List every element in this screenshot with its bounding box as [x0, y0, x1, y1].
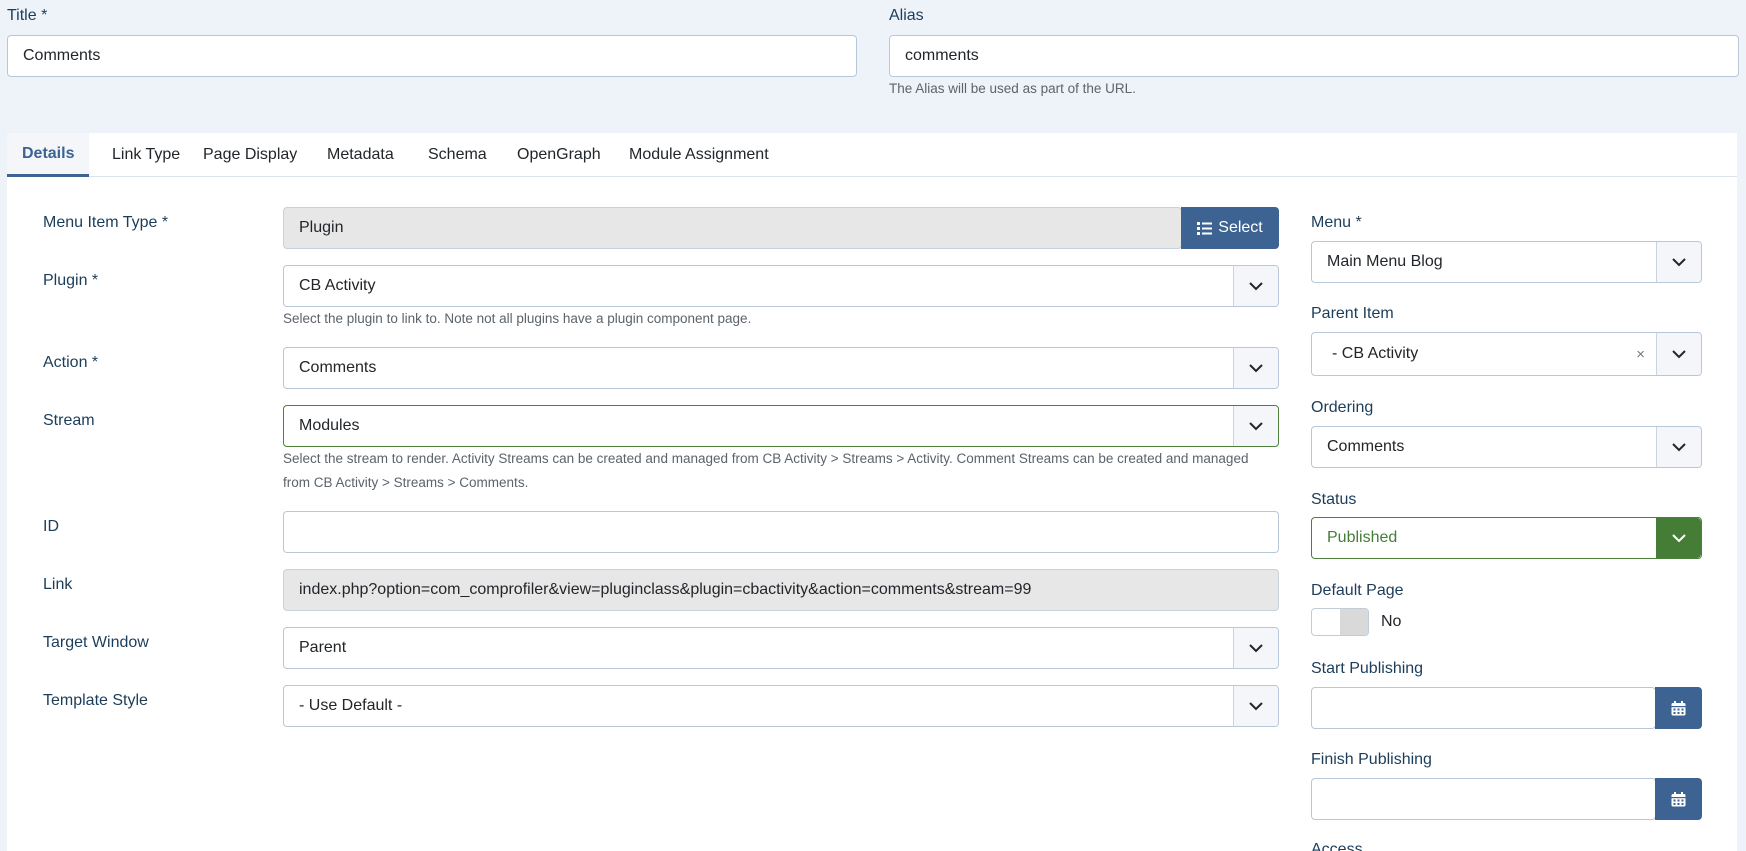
- chevron-down-icon: [1233, 406, 1278, 446]
- chevron-down-icon: [1656, 242, 1701, 282]
- template-style-label: Template Style: [43, 692, 148, 709]
- menu-item-type-field: Plugin: [283, 207, 1182, 249]
- chevron-down-icon: [1656, 518, 1701, 558]
- status-label: Status: [1311, 491, 1357, 508]
- alias-input[interactable]: comments: [889, 35, 1739, 77]
- stream-select[interactable]: Modules: [283, 405, 1279, 447]
- start-publishing-calendar-button[interactable]: [1655, 687, 1702, 729]
- calendar-icon: [1671, 791, 1686, 806]
- menu-select[interactable]: Main Menu Blog: [1311, 241, 1702, 283]
- finish-publishing-input[interactable]: [1311, 778, 1656, 820]
- chevron-down-icon: [1233, 628, 1278, 668]
- menu-item-type-label: Menu Item Type *: [43, 214, 169, 231]
- parent-item-value: - CB Activity: [1332, 345, 1419, 362]
- plugin-select-value: CB Activity: [299, 277, 376, 294]
- chevron-down-icon: [1233, 266, 1278, 306]
- chevron-down-icon: [1233, 348, 1278, 388]
- plugin-label: Plugin *: [43, 272, 99, 289]
- link-field-value: index.php?option=com_comprofiler&view=pl…: [299, 581, 1032, 598]
- target-window-label: Target Window: [43, 634, 149, 651]
- tab-link-type[interactable]: Link Type: [97, 133, 195, 177]
- title-label: Title *: [7, 7, 48, 24]
- stream-label: Stream: [43, 412, 95, 429]
- start-publishing-input[interactable]: [1311, 687, 1656, 729]
- access-label: Access: [1311, 841, 1363, 851]
- id-input[interactable]: [283, 511, 1279, 553]
- id-label: ID: [43, 518, 59, 535]
- tab-module-assignment[interactable]: Module Assignment: [614, 133, 784, 177]
- tab-metadata[interactable]: Metadata: [312, 133, 409, 177]
- alias-label: Alias: [889, 7, 924, 24]
- title-input[interactable]: Comments: [7, 35, 857, 77]
- template-style-value: - Use Default -: [299, 697, 403, 714]
- link-label: Link: [43, 576, 73, 593]
- start-publishing-label: Start Publishing: [1311, 660, 1424, 677]
- finish-publishing-calendar-button[interactable]: [1655, 778, 1702, 820]
- calendar-icon: [1671, 700, 1686, 715]
- action-select-value: Comments: [299, 359, 377, 376]
- alias-help: The Alias will be used as part of the UR…: [889, 81, 1136, 96]
- select-menu-item-type-button[interactable]: Select: [1181, 207, 1279, 249]
- menu-select-value: Main Menu Blog: [1327, 253, 1443, 270]
- stream-help: Select the stream to render. Activity St…: [283, 451, 1249, 490]
- stream-select-value: Modules: [299, 417, 360, 434]
- ordering-select-value: Comments: [1327, 438, 1405, 455]
- chevron-down-icon: [1656, 427, 1701, 467]
- clear-icon[interactable]: ×: [1636, 333, 1645, 375]
- action-label: Action *: [43, 354, 99, 371]
- ordering-label: Ordering: [1311, 399, 1374, 416]
- ordering-select[interactable]: Comments: [1311, 426, 1702, 468]
- link-field: index.php?option=com_comprofiler&view=pl…: [283, 569, 1279, 611]
- alias-input-value: comments: [905, 47, 979, 64]
- tab-schema[interactable]: Schema: [413, 133, 502, 177]
- parent-item-select[interactable]: - CB Activity ×: [1311, 332, 1702, 376]
- list-icon: [1197, 221, 1213, 235]
- chevron-down-icon: [1233, 686, 1278, 726]
- target-window-select[interactable]: Parent: [283, 627, 1279, 669]
- toggle-knob: [1340, 609, 1368, 635]
- plugin-select[interactable]: CB Activity: [283, 265, 1279, 307]
- chevron-down-icon: [1656, 333, 1701, 375]
- status-select-value: Published: [1327, 529, 1398, 546]
- parent-item-label: Parent Item: [1311, 305, 1394, 322]
- plugin-help: Select the plugin to link to. Note not a…: [283, 311, 752, 326]
- tab-page-display[interactable]: Page Display: [188, 133, 312, 177]
- status-select[interactable]: Published: [1311, 517, 1702, 559]
- default-page-toggle[interactable]: [1311, 608, 1369, 636]
- title-input-value: Comments: [23, 47, 101, 64]
- tab-details[interactable]: Details: [7, 133, 90, 177]
- target-window-value: Parent: [299, 639, 347, 656]
- menu-label: Menu *: [1311, 214, 1362, 231]
- menu-item-type-value: Plugin: [299, 219, 344, 236]
- select-button-label: Select: [1218, 219, 1263, 236]
- default-page-label: Default Page: [1311, 582, 1404, 599]
- action-select[interactable]: Comments: [283, 347, 1279, 389]
- default-page-value: No: [1381, 613, 1402, 630]
- template-style-select[interactable]: - Use Default -: [283, 685, 1279, 727]
- tab-bar: Details Link Type Page Display Metadata …: [7, 133, 1737, 177]
- tab-opengraph[interactable]: OpenGraph: [502, 133, 616, 177]
- finish-publishing-label: Finish Publishing: [1311, 751, 1432, 768]
